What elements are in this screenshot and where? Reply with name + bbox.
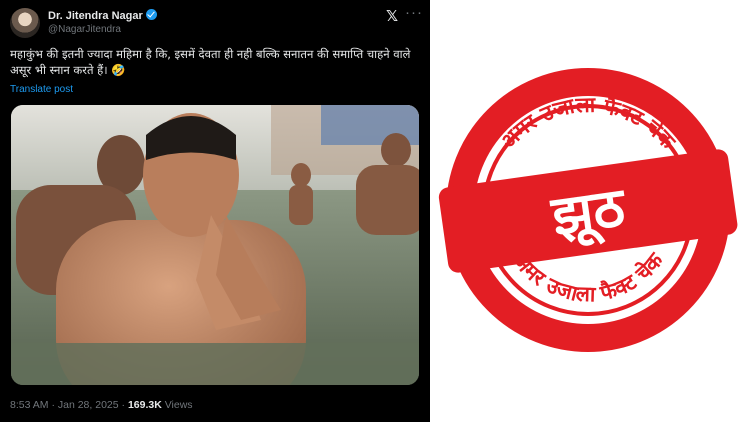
tweet-card: Dr. Jitendra Nagar @NagarJitendra 𝕏 ··· … <box>0 0 430 422</box>
more-options-icon[interactable]: ··· <box>405 4 423 21</box>
river-bathing-photo <box>11 105 419 385</box>
translate-link[interactable]: Translate post <box>10 84 73 95</box>
tweet-date[interactable]: Jan 28, 2025 <box>58 399 119 411</box>
separator-dot: · <box>121 399 126 411</box>
author-handle[interactable]: @NagarJitendra <box>48 24 121 35</box>
tweet-metadata: 8:53 AM · Jan 28, 2025 · 169.3K Views <box>10 399 193 411</box>
avatar[interactable] <box>10 8 40 38</box>
stamp-graphic: अमर उजाला फैक्ट चेक अमर उजाला फैक्ट चेक … <box>438 68 738 352</box>
views-count: 169.3K <box>127 399 162 411</box>
tweet-text: महाकुंभ की इतनी ज्यादा महिमा है कि, इसमे… <box>10 47 411 77</box>
verified-badge-icon <box>145 9 157 20</box>
tweet-time[interactable]: 8:53 AM <box>10 399 49 411</box>
separator-dot: · <box>51 399 55 411</box>
author-name-label: Dr. Jitendra Nagar <box>48 10 143 22</box>
x-logo-icon[interactable]: 𝕏 <box>386 7 398 25</box>
author-name[interactable]: Dr. Jitendra Nagar <box>48 9 157 22</box>
tweet-photo[interactable] <box>11 105 419 385</box>
views-label: Views <box>164 399 193 411</box>
fact-check-stamp: अमर उजाला फैक्ट चेक अमर उजाला फैक्ट चेक … <box>438 60 738 360</box>
